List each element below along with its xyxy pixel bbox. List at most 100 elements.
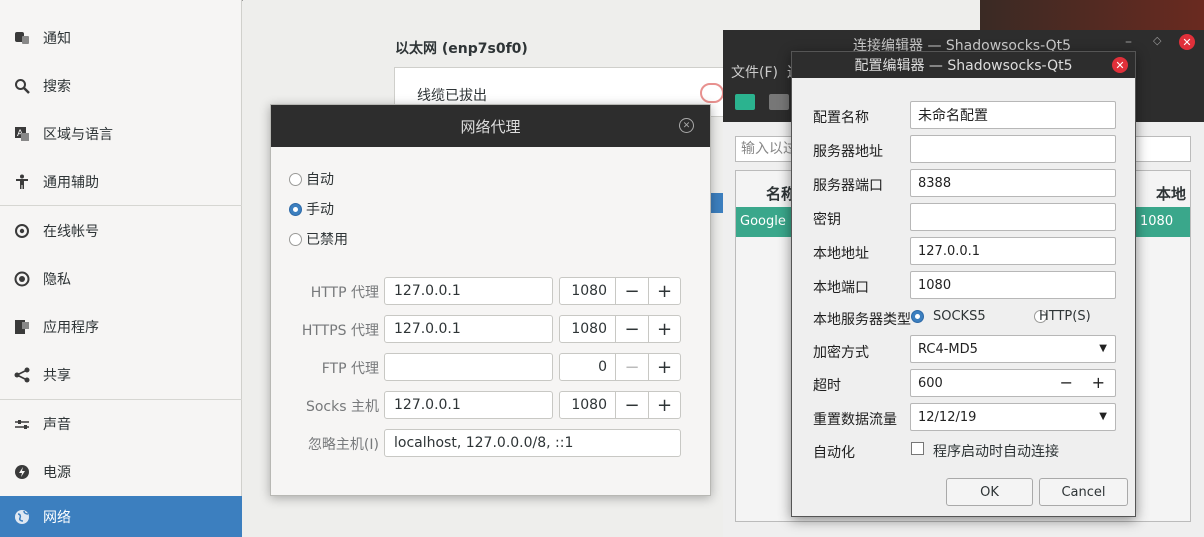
sidebar-item-power[interactable]: 电源 [0,448,242,496]
https-proxy-host[interactable]: 127.0.0.1 [384,315,553,343]
sidebar-item-privacy[interactable]: 隐私 [0,255,242,303]
minus-icon[interactable]: − [616,278,648,304]
password-input[interactable] [910,203,1116,231]
ftp-proxy-label: FTP 代理 [321,361,379,377]
privacy-icon [14,271,30,287]
ftp-proxy-port[interactable]: 0− + [559,353,681,381]
server-address-label: 服务器地址 [813,144,883,160]
radio-manual[interactable] [289,202,302,216]
local-address-input[interactable]: 127.0.0.1 [910,237,1116,265]
automation-label: 自动化 [813,445,855,461]
plus-icon[interactable]: + [648,354,680,380]
server-port-label: 服务器端口 [813,178,883,194]
plus-icon[interactable]: + [648,278,680,304]
connect-icon[interactable] [735,94,755,110]
config-editor-dialog: 配置编辑器 — Shadowsocks-Qt5 ✕ 配置名称 未命名配置 服务器… [791,51,1136,517]
sidebar-item-label: 区域与语言 [43,127,113,143]
reset-date-select[interactable]: 12/12/19 ▼ [910,403,1116,431]
minimize-icon[interactable]: – [1125,34,1132,50]
close-icon[interactable]: ✕ [679,118,694,133]
selection-strip [711,193,723,213]
http-proxy-label: HTTP 代理 [310,285,379,301]
http-proxy-port[interactable]: 1080− + [559,277,681,305]
method-select[interactable]: RC4-MD5 ▼ [910,335,1116,363]
online-accounts-icon [14,223,30,239]
local-port-input[interactable]: 1080 [910,271,1116,299]
radio-disabled[interactable] [289,232,302,246]
port-value[interactable]: 0 [560,354,616,380]
timeout-label: 超时 [813,378,841,394]
ignore-hosts-label: 忽略主机(I) [307,437,379,453]
sidebar-item-label: 通用辅助 [43,175,99,191]
socks-host-label: Socks 主机 [305,399,379,415]
sidebar-item-label: 在线帐号 [43,224,99,240]
server-port-input[interactable]: 8388 [910,169,1116,197]
port-value[interactable]: 1080 [560,316,616,342]
chevron-down-icon: ▼ [1099,343,1107,354]
https-proxy-port[interactable]: 1080− + [559,315,681,343]
sidebar-item-search[interactable]: 搜索 [0,62,242,110]
share-icon [14,367,30,383]
radio-auto[interactable] [289,172,302,186]
ftp-proxy-host[interactable] [384,353,553,381]
minus-icon[interactable]: − [616,316,648,342]
proxy-mode-manual[interactable]: 手动 [289,199,334,219]
applications-icon [14,319,30,335]
port-value[interactable]: 1080 [560,392,616,418]
method-label: 加密方式 [813,345,869,361]
config-name-input[interactable]: 未命名配置 [910,101,1116,129]
cable-status: 线缆已拔出 [417,88,487,104]
network-proxy-dialog: 网络代理 ✕ 自动 手动 已禁用 HTTP 代理 127.0.0.1 1080−… [270,104,711,496]
minus-icon[interactable]: − [1060,373,1073,392]
method-value: RC4-MD5 [918,341,978,357]
timeout-spinbox[interactable]: 600 − + [910,369,1116,397]
http-label: HTTP(S) [1039,309,1091,324]
minus-icon[interactable]: − [616,392,648,418]
sidebar-item-network[interactable]: 网络 [0,496,242,537]
region-language-icon: A [14,126,30,142]
ok-button[interactable]: OK [946,478,1033,506]
socks-port[interactable]: 1080− + [559,391,681,419]
maximize-icon[interactable]: ◇ [1153,34,1161,47]
plus-icon[interactable]: + [648,316,680,342]
menu-file[interactable]: 文件(F) [731,62,778,82]
proxy-mode-auto[interactable]: 自动 [289,169,334,189]
proxy-mode-disabled[interactable]: 已禁用 [289,229,348,249]
sound-icon [14,416,30,432]
socks-host[interactable]: 127.0.0.1 [384,391,553,419]
password-label: 密钥 [813,212,841,228]
plus-icon[interactable]: + [648,392,680,418]
ethernet-toggle[interactable] [700,83,724,103]
close-icon[interactable]: ✕ [1112,57,1128,73]
sidebar-item-label: 电源 [43,465,71,481]
accessibility-icon [14,174,30,190]
sidebar-item-accessibility[interactable]: 通用辅助 [0,158,242,206]
port-value[interactable]: 1080 [560,278,616,304]
radio-socks5[interactable] [911,310,924,323]
config-name-label: 配置名称 [813,110,869,126]
timeout-value: 600 [918,375,943,391]
sidebar-item-sound[interactable]: 声音 [0,400,242,448]
sidebar-item-label: 隐私 [43,272,71,288]
disconnect-icon[interactable] [769,94,789,110]
ignore-hosts-input[interactable]: localhost, 127.0.0.0/8, ::1 [384,429,681,457]
ethernet-title: 以太网 (enp7s0f0) [395,41,528,57]
sidebar-item-applications[interactable]: 应用程序 [0,303,242,351]
http-proxy-host[interactable]: 127.0.0.1 [384,277,553,305]
cancel-button[interactable]: Cancel [1039,478,1128,506]
sidebar-item-notifications[interactable]: 通知 [0,14,242,62]
sidebar-item-label: 网络 [43,509,71,526]
sidebar-item-label: 应用程序 [43,320,99,336]
reset-date-label: 重置数据流量 [813,412,897,428]
chevron-down-icon: ▼ [1099,411,1107,422]
column-local[interactable]: 本地 [1156,183,1186,204]
server-address-input[interactable] [910,135,1116,163]
sidebar-item-region-language[interactable]: A 区域与语言 [0,110,242,158]
autoconnect-checkbox[interactable] [911,442,924,455]
notification-icon [14,30,30,46]
close-icon[interactable]: ✕ [1179,34,1195,50]
sidebar-item-online-accounts[interactable]: 在线帐号 [0,207,242,255]
sidebar-item-share[interactable]: 共享 [0,351,242,399]
power-icon [14,464,30,480]
plus-icon[interactable]: + [1092,373,1105,392]
